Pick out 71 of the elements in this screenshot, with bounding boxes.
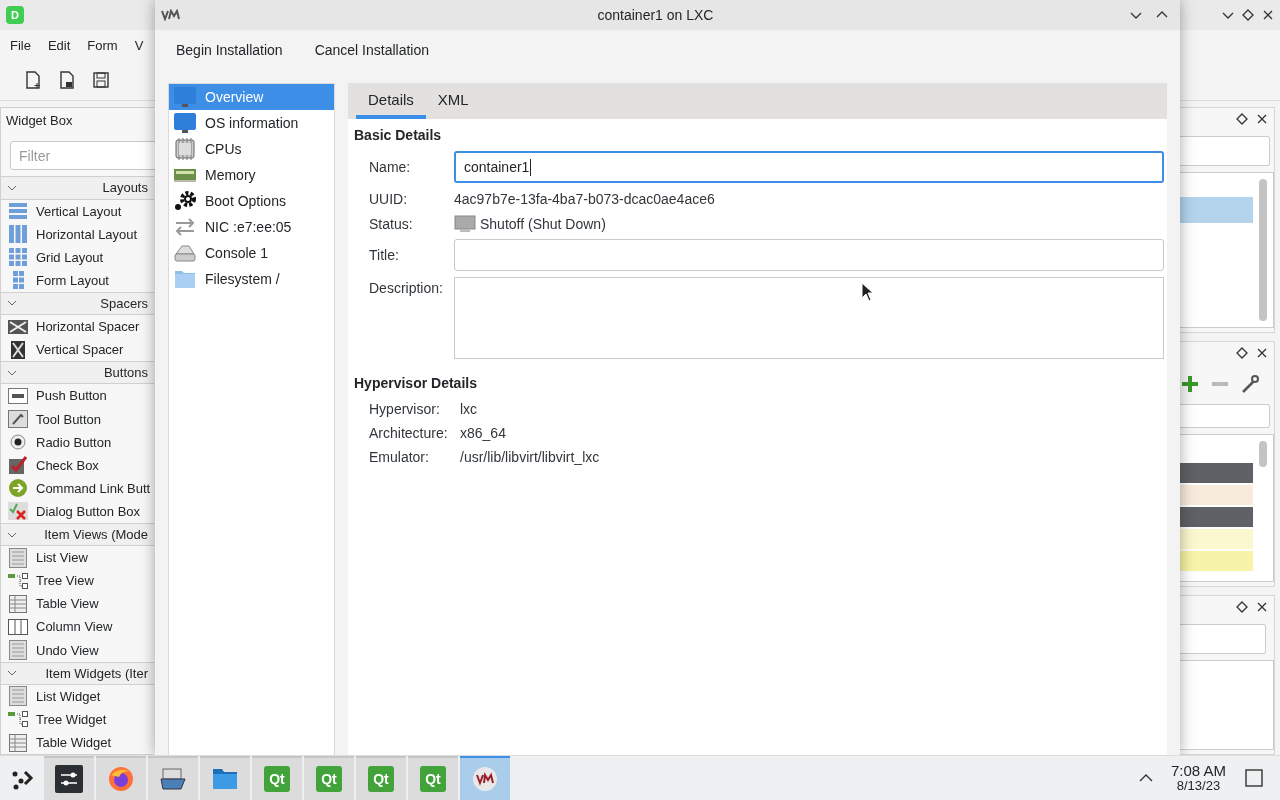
sidebar-item[interactable]: Boot Options — [169, 188, 334, 214]
widget-item[interactable]: Tree Widget — [1, 707, 154, 731]
category-title: Buttons — [102, 365, 148, 381]
category-header[interactable]: Layouts — [1, 176, 154, 200]
panel-title: Widget Box — [5, 112, 74, 130]
qt-logo: Qt — [420, 766, 446, 792]
field-label: Status: — [369, 216, 414, 232]
category-header[interactable]: Item Widgets (Iter — [1, 661, 154, 685]
menu-item[interactable]: File — [10, 37, 31, 53]
widget-item[interactable]: Table Widget — [1, 730, 154, 755]
sidebar-item[interactable]: CPUs — [169, 136, 334, 162]
menu-item[interactable]: V — [134, 37, 144, 53]
field-label: Description: — [369, 279, 444, 296]
window-title: container1 on LXC — [596, 7, 715, 23]
menu-item[interactable]: Edit — [47, 37, 71, 53]
sidebar-item[interactable]: OS information — [169, 110, 334, 136]
sidebar-item[interactable]: Filesystem / — [169, 266, 334, 292]
field-label: Name: — [369, 159, 412, 175]
field-label: Title: — [369, 247, 400, 263]
qt-logo: Qt — [368, 766, 394, 792]
section-heading: Hypervisor Details — [354, 375, 478, 393]
field-value: x86_64 — [460, 425, 507, 441]
widget-item[interactable]: List Widget — [1, 684, 154, 708]
widget-item[interactable]: Vertical Spacer — [1, 338, 154, 362]
widget-item[interactable]: Tool Button — [1, 407, 154, 431]
field-label: Emulator: — [369, 449, 430, 465]
clock[interactable]: 7:08 AM 8/13/23 — [1170, 763, 1226, 793]
widget-item[interactable]: List View — [1, 546, 154, 570]
clock-time: 7:08 AM — [1170, 763, 1226, 780]
widget-item[interactable]: Undo View — [1, 638, 154, 662]
menu-item[interactable]: Form — [87, 37, 118, 53]
clock-date: 8/13/23 — [1176, 779, 1221, 793]
widget-item[interactable]: Form Layout — [1, 268, 154, 292]
field-value: Shutoff (Shut Down) — [480, 216, 606, 232]
category-header[interactable]: Buttons — [1, 361, 154, 385]
category-title: Layouts — [101, 180, 148, 196]
widget-item[interactable]: Check Box — [1, 453, 154, 477]
widget-item[interactable]: Column View — [1, 615, 154, 639]
sidebar-item[interactable]: Console 1 — [169, 240, 334, 266]
tab[interactable]: Details — [356, 83, 426, 119]
widget-item[interactable]: Table View — [1, 592, 154, 616]
widget-item[interactable]: Horizontal Layout — [1, 222, 154, 246]
category-title: Item Views (Mode — [43, 527, 148, 543]
field-value: lxc — [460, 401, 479, 417]
qt-logo: Qt — [264, 766, 290, 792]
widget-item[interactable]: Command Link Butt — [1, 476, 154, 500]
category-header[interactable]: Item Views (Mode — [1, 522, 154, 547]
field-label: Hypervisor: — [369, 401, 441, 417]
widget-item[interactable]: Vertical Layout — [1, 199, 154, 223]
widget-item[interactable]: Push Button — [1, 384, 154, 408]
widget-item[interactable]: Horizontal Spacer — [1, 315, 154, 339]
widget-item[interactable]: Dialog Button Box — [1, 499, 154, 523]
toolbar-button[interactable]: Cancel Installation — [303, 36, 441, 64]
category-title: Item Widgets (Iter — [44, 665, 148, 681]
qt-logo: Qt — [316, 766, 342, 792]
widget-item[interactable]: Tree View — [1, 569, 154, 593]
section-heading: Basic Details — [354, 127, 443, 145]
widget-item[interactable]: Radio Button — [1, 430, 154, 454]
field-label: UUID: — [369, 191, 409, 207]
category-header[interactable]: Spacers — [1, 291, 154, 316]
sidebar-item[interactable]: NIC :e7:ee:05 — [169, 214, 334, 240]
app-logo: D — [6, 6, 24, 24]
toolbar-button[interactable]: Begin Installation — [165, 36, 294, 64]
field-value: 4ac97b7e-13fa-4ba7-b073-dcac0ae4ace6 — [454, 190, 716, 209]
category-title: Spacers — [99, 295, 148, 311]
widget-item[interactable]: Grid Layout — [1, 245, 154, 269]
tab[interactable]: XML — [425, 83, 481, 119]
sidebar-item[interactable]: Memory — [169, 162, 334, 188]
field-value: /usr/lib/libvirt/libvirt_lxc — [460, 449, 601, 465]
field-label: Architecture: — [369, 425, 449, 441]
input-field[interactable]: container1 — [454, 151, 1164, 183]
